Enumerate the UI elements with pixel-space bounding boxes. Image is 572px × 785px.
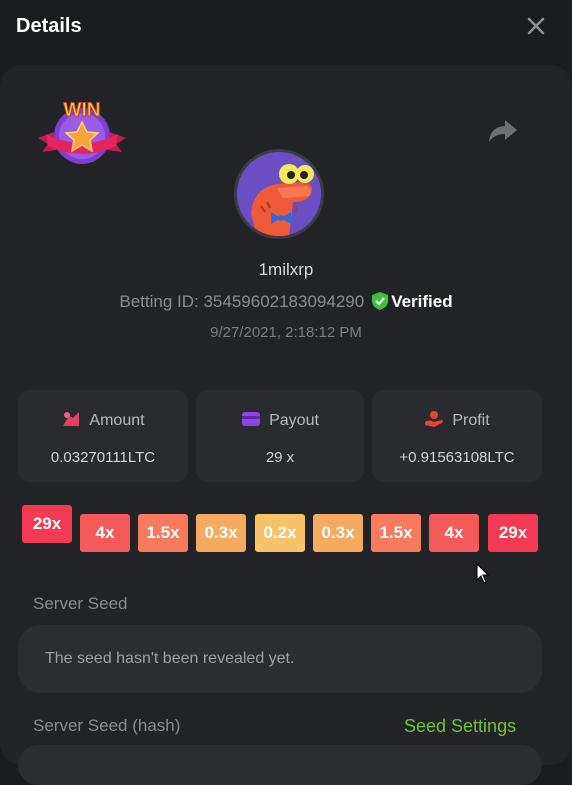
multiplier-slot: 0.3x [313,514,363,552]
verified-label: Verified [391,292,453,311]
crocodile-avatar-icon [237,152,321,236]
profit-card: Profit +0.91563108LTC [372,390,542,482]
amount-value: 0.03270111LTC [50,449,156,466]
username: 1milxrp [258,260,314,279]
amount-card: Amount 0.03270111LTC [18,390,188,482]
profit-value: +0.91563108LTC [399,449,515,466]
server-seed-label: Server Seed [33,594,128,613]
multiplier-slot: 0.2x [255,514,305,552]
multiplier-slot: 1.5x [138,514,188,552]
server-seed-hash-label: Server Seed (hash) [33,716,181,735]
amount-label: Amount [89,412,145,429]
share-icon[interactable] [488,118,518,144]
payout-icon [242,412,261,426]
verified-shield-icon [372,292,389,310]
modal-header: Details [0,0,572,58]
multiplier-slot: 4x [80,514,130,552]
close-icon[interactable] [524,14,548,38]
betting-id-label: Betting ID: [119,292,199,311]
server-seed-value: The seed hasn't been revealed yet. [45,650,295,667]
amount-icon [63,412,80,426]
multiplier-slot: 1.5x [371,514,421,552]
multiplier-slot: 29x [488,514,538,552]
win-badge-icon: WIN [38,100,126,164]
avatar [234,149,324,239]
profit-icon [425,411,444,427]
multiplier-slot: 4x [429,514,479,552]
server-seed-field: The seed hasn't been revealed yet. [18,625,542,693]
server-seed-hash-field[interactable] [18,745,542,785]
payout-value: 29 x [265,449,295,466]
seed-settings-link[interactable]: Seed Settings [404,716,516,737]
bet-date: 9/27/2021, 2:18:12 PM [210,324,362,341]
profit-label: Profit [452,412,490,429]
betting-id-row: Betting ID: 35459602183094290 Verified [0,292,572,312]
win-badge-text: WIN [64,100,101,121]
payout-card: Payout 29 x [196,390,364,482]
modal-title: Details [16,15,82,37]
multiplier-selected: 29x [22,505,72,543]
multiplier-slot: 0.3x [196,514,246,552]
mouse-cursor-icon [476,563,490,584]
payout-label: Payout [269,412,319,429]
betting-id-value: 35459602183094290 [203,292,365,311]
